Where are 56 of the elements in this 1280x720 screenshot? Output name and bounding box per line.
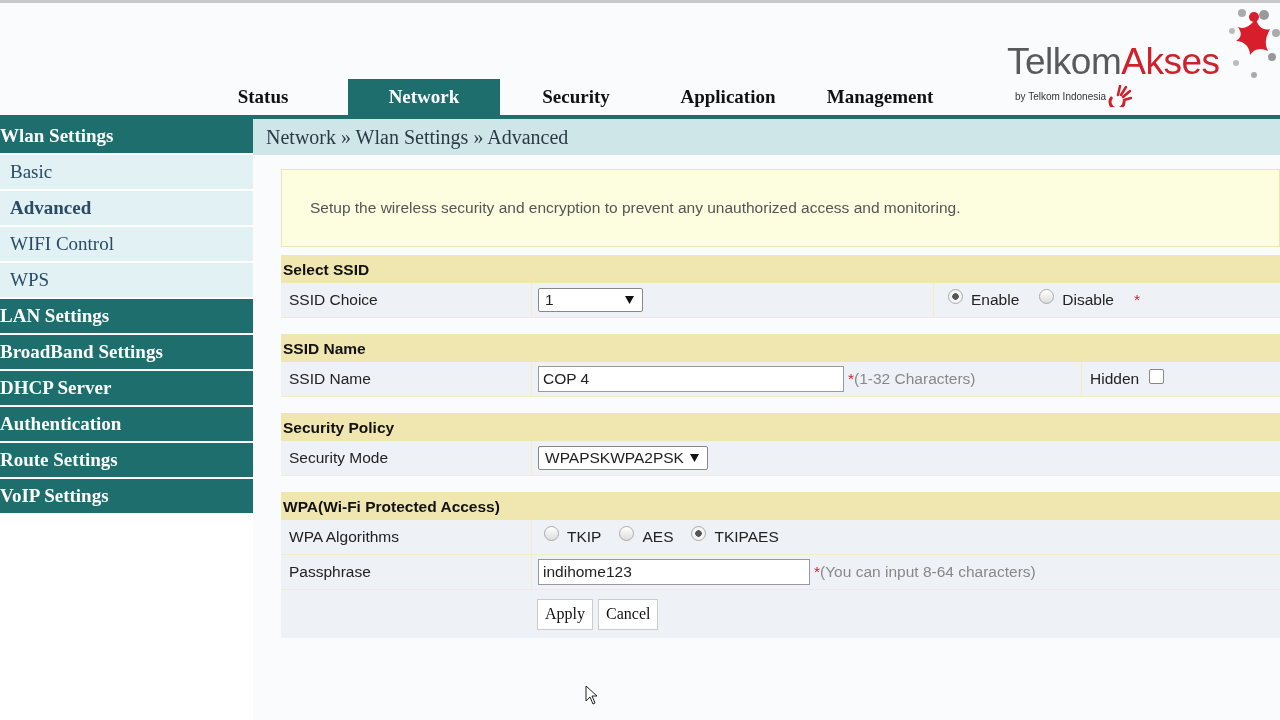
logo-text: TelkomAkses: [1007, 43, 1220, 80]
section-title: Security Policy: [281, 413, 1280, 441]
radio-button[interactable]: [948, 288, 963, 304]
sidebar-group[interactable]: DHCP Server: [0, 371, 253, 407]
radio-button[interactable]: [544, 525, 559, 541]
nav-tab[interactable]: Status: [220, 79, 306, 115]
radio-label: TKIPAES: [714, 528, 779, 546]
sidebar-group[interactable]: LAN Settings: [0, 299, 253, 335]
nav-tab[interactable]: Management: [804, 79, 956, 115]
required-mark: *: [848, 370, 855, 388]
notice-text: Setup the wireless security and encryption to prevent any unauthorized access and monitoring.: [310, 199, 961, 217]
sidebar-item[interactable]: WIFI Control: [0, 227, 253, 263]
field-hint: (1-32 Characters): [854, 370, 976, 388]
caret-icon: [625, 296, 634, 304]
required-mark: *: [814, 563, 821, 581]
required-mark: *: [1133, 291, 1140, 309]
sidebar-group[interactable]: Authentication: [0, 407, 253, 443]
field-label: Security Mode: [281, 441, 532, 475]
field-label: SSID Name: [281, 362, 532, 396]
sidebar-item[interactable]: Advanced: [0, 191, 253, 227]
nav-tab[interactable]: Network: [348, 79, 500, 115]
hand-logo-icon: [1108, 85, 1132, 107]
logo-tagline: by Telkom Indonesia: [1015, 90, 1106, 102]
field-hint: (You can input 8-64 characters): [820, 563, 1036, 581]
radio-label: Enable: [971, 291, 1020, 309]
sidebar-item[interactable]: WPS: [0, 263, 253, 299]
radio-button[interactable]: [691, 525, 707, 541]
radio-button[interactable]: [619, 525, 635, 541]
nav-tab[interactable]: Security: [500, 79, 652, 115]
checkbox-label: Hidden: [1090, 370, 1140, 388]
sidebar-group[interactable]: BroadBand Settings: [0, 335, 253, 371]
section-title: SSID Name: [281, 334, 1280, 362]
sidebar-group[interactable]: VoIP Settings: [0, 479, 253, 515]
form-button[interactable]: Cancel: [598, 598, 659, 630]
radio-label: Disable: [1062, 291, 1114, 309]
cursor-icon: [585, 685, 599, 705]
radio-button[interactable]: [1039, 288, 1055, 304]
sidebar-group[interactable]: Wlan Settings: [0, 119, 253, 155]
text-field[interactable]: indihome123: [538, 559, 810, 585]
sidebar-item[interactable]: Basic: [0, 155, 253, 191]
field-label: Passphrase: [281, 555, 532, 589]
section-title: Select SSID: [281, 255, 1280, 283]
nav-tab[interactable]: Application: [652, 79, 804, 115]
caret-icon: [689, 454, 699, 462]
field-label: SSID Choice: [281, 283, 532, 317]
radio-label: AES: [642, 528, 674, 546]
text-field[interactable]: COP 4: [538, 366, 844, 392]
breadcrumb: Network » Wlan Settings » Advanced: [253, 119, 1280, 155]
form-button[interactable]: Apply: [537, 598, 593, 630]
field-label: WPA Algorithms: [281, 520, 532, 554]
dropdown[interactable]: 1: [538, 288, 643, 312]
dropdown[interactable]: WPAPSKWPA2PSK: [538, 446, 708, 470]
radio-label: TKIP: [567, 528, 602, 546]
checkbox[interactable]: [1149, 368, 1165, 384]
sidebar-group[interactable]: Route Settings: [0, 443, 253, 479]
section-title: WPA(Wi-Fi Protected Access): [281, 492, 1280, 520]
